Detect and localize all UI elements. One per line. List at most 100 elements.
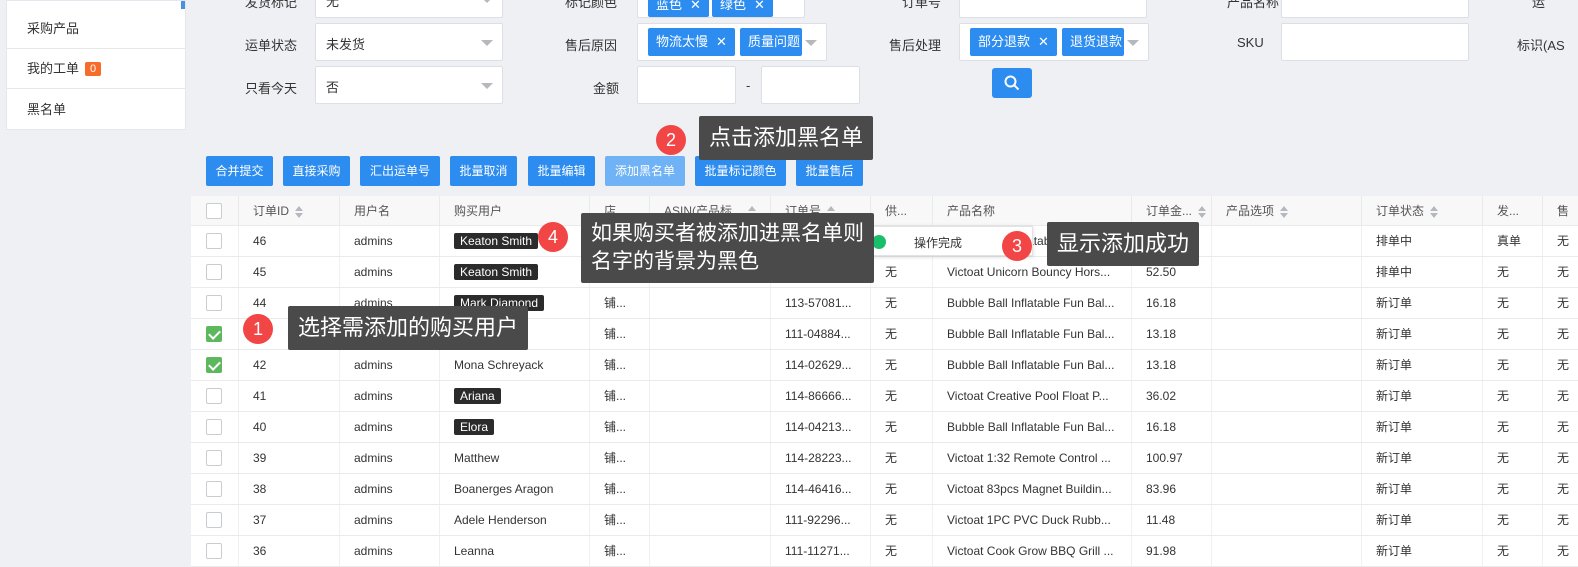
cell-select: [191, 288, 239, 318]
cell-select: [191, 536, 239, 566]
after-sale-handle-select[interactable]: 部分退款 ✕ 退货退款: [959, 23, 1149, 61]
cell-product-options: [1212, 350, 1362, 380]
cell-text: 新订单: [1376, 420, 1413, 434]
cell-asin: [650, 536, 771, 566]
table-row[interactable]: 41 admins Ariana 铺... 114-86666... 无 Victoat C…: [191, 381, 1578, 412]
table-row[interactable]: 36 admins Leanna 铺... 111-11271... 无 Victoat C…: [191, 536, 1578, 567]
cell-store: 铺...: [590, 474, 650, 504]
cell-username: admins: [340, 412, 440, 442]
sort-icon[interactable]: [1430, 205, 1439, 218]
cell-ship: 无: [1483, 536, 1543, 566]
sort-icon[interactable]: [295, 205, 304, 218]
cell-after-sale: 无: [1543, 319, 1578, 349]
batch-cancel-button[interactable]: 批量取消: [450, 156, 517, 186]
batch-mark-color-button[interactable]: 批量标记颜色: [695, 156, 786, 186]
table-row[interactable]: 40 admins Elora 铺... 114-04213... 无 Bubble Bal…: [191, 412, 1578, 443]
cell-username: admins: [340, 443, 440, 473]
cell-ship: 无: [1483, 381, 1543, 411]
cell-order-amount: 13.18: [1132, 350, 1212, 380]
select-all-checkbox[interactable]: [206, 203, 222, 219]
after-sale-reason-select[interactable]: 物流太慢 ✕ 质量问题: [637, 23, 827, 61]
chevron-down-icon: [1127, 40, 1139, 46]
cell-username: admins: [340, 474, 440, 504]
ship-mark-label: 发货标记: [245, 0, 298, 10]
table-row[interactable]: 42 admins Mona Schreyack 铺... 114-02629... 无 B…: [191, 350, 1578, 381]
row-checkbox[interactable]: [206, 264, 222, 280]
export-waybill-button[interactable]: 汇出运单号: [360, 156, 440, 186]
sidebar-item-my-tickets[interactable]: 我的工单 0: [7, 49, 185, 89]
cell-select: [191, 257, 239, 287]
row-checkbox[interactable]: [206, 450, 222, 466]
row-checkbox[interactable]: [206, 233, 222, 249]
cell-text: 无: [1497, 420, 1510, 434]
cell-text: admins: [354, 234, 393, 248]
sidebar-item-blacklist[interactable]: 黑名单: [7, 90, 185, 130]
product-name-input[interactable]: [1281, 0, 1469, 18]
cell-text: 无: [1557, 327, 1570, 341]
col-order-id[interactable]: 订单ID: [239, 196, 340, 226]
amount-max-input[interactable]: [761, 66, 860, 104]
step-marker-1: 1: [243, 314, 273, 344]
sort-icon[interactable]: [1280, 205, 1289, 218]
sidebar-item-purchase-products[interactable]: 采购产品: [7, 9, 185, 49]
row-checkbox[interactable]: [206, 388, 222, 404]
row-checkbox[interactable]: [206, 326, 222, 342]
merge-submit-button[interactable]: 合并提交: [206, 156, 273, 186]
col-order-status[interactable]: 订单状态: [1362, 196, 1483, 226]
batch-after-sale-button[interactable]: 批量售后: [796, 156, 863, 186]
asin-label: 标识(AS: [1517, 38, 1565, 53]
annotation-1: 选择需添加的购买用户: [288, 306, 529, 350]
sort-icon[interactable]: [1198, 205, 1207, 218]
cell-text: 无: [1497, 451, 1510, 465]
cell-text: 无: [885, 513, 898, 527]
ship-mark-select[interactable]: 无: [315, 0, 503, 18]
mark-color-select[interactable]: 蓝色 ✕ 绿色 ✕: [637, 0, 805, 18]
cell-product-name: Victoat Cook Grow BBQ Grill ...: [933, 536, 1132, 566]
close-icon[interactable]: ✕: [1038, 34, 1049, 49]
table-row[interactable]: 39 admins Matthew 铺... 114-28223... 无 Victoat …: [191, 443, 1578, 474]
col-product-options[interactable]: 产品选项: [1212, 196, 1362, 226]
add-blacklist-button[interactable]: 添加黑名单: [605, 156, 685, 186]
check-circle-icon: [872, 235, 886, 249]
sku-input[interactable]: [1281, 23, 1469, 61]
buyer-name: Ariana: [454, 388, 501, 404]
close-icon[interactable]: ✕: [716, 34, 727, 49]
tag-label: 蓝色: [656, 0, 683, 12]
cell-buyer: Mona Schreyack: [440, 350, 590, 380]
order-number-input[interactable]: [959, 0, 1147, 18]
filter-label-cut: 运: [1532, 0, 1546, 10]
row-checkbox[interactable]: [206, 419, 222, 435]
batch-edit-button[interactable]: 批量编辑: [528, 156, 595, 186]
row-checkbox[interactable]: [206, 357, 222, 373]
cell-order-id: 38: [239, 474, 340, 504]
cell-store: 铺...: [590, 288, 650, 318]
row-checkbox[interactable]: [206, 543, 222, 559]
amount-min-input[interactable]: [637, 66, 736, 104]
close-icon[interactable]: ✕: [690, 0, 701, 12]
row-checkbox[interactable]: [206, 295, 222, 311]
cell-text: 无: [885, 451, 898, 465]
search-button[interactable]: [992, 68, 1032, 98]
table-row[interactable]: 45adminsKeaton Smith铺...111-63929...无Vic…: [191, 257, 1578, 288]
table-row[interactable]: 38 admins Boanerges Aragon 铺... 114-46416...…: [191, 474, 1578, 505]
cell-text: 无: [1497, 327, 1510, 341]
row-checkbox[interactable]: [206, 481, 222, 497]
table-row[interactable]: 37 admins Adele Henderson 铺... 111-92296... 无…: [191, 505, 1578, 536]
cell-product-options: [1212, 319, 1362, 349]
cell-order-number: 114-02629...: [771, 350, 871, 380]
cell-username: admins: [340, 350, 440, 380]
direct-purchase-button[interactable]: 直接采购: [283, 156, 350, 186]
cell-store: 铺...: [590, 505, 650, 535]
cell-product-name: Victoat Creative Pool Float P...: [933, 381, 1132, 411]
shipping-status-select[interactable]: 未发货: [315, 23, 503, 61]
cell-order-id: 39: [239, 443, 340, 473]
close-icon[interactable]: ✕: [754, 0, 765, 12]
cell-text: admins: [354, 513, 393, 527]
today-only-select[interactable]: 否: [315, 66, 503, 104]
cell-order-number: 111-92296...: [771, 505, 871, 535]
cell-order-status: 新订单: [1362, 443, 1483, 473]
cell-text: 铺...: [604, 544, 627, 558]
cell-order-number: 114-04213...: [771, 412, 871, 442]
row-checkbox[interactable]: [206, 512, 222, 528]
cell-text: 无: [885, 327, 898, 341]
